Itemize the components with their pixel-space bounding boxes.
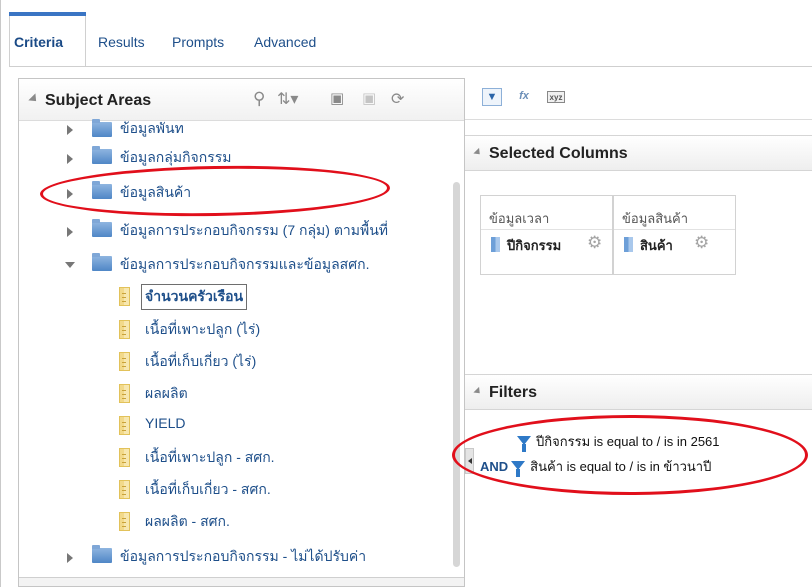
tree-folder-label: ข้อมูลพันท [120, 120, 184, 136]
tree-column[interactable]: เนื้อที่เพาะปลูก - สศก. [19, 445, 459, 477]
folder-icon [92, 545, 112, 563]
folder-icon [92, 119, 112, 137]
column-icon [119, 287, 130, 306]
tab-prompts[interactable]: Prompts [172, 34, 224, 50]
tree-scrollbar[interactable] [453, 182, 460, 567]
column-folder-name: ข้อมูลสินค้า [622, 211, 689, 226]
criteria-pane: ▼ fx xyz Selected Columns ข้อมูลเวลา ปีก… [465, 78, 812, 587]
formula-icon[interactable]: fx [514, 88, 534, 106]
tree-column-label: เนื้อที่เก็บเกี่ยว - สศก. [145, 481, 271, 497]
column-icon [119, 384, 130, 403]
tree-column-label: เนื้อที่เพาะปลูก (ไร่) [145, 321, 261, 337]
subject-areas-title: Subject Areas [45, 92, 152, 109]
gear-icon[interactable]: ⚙ [587, 233, 602, 253]
tree-column[interactable]: ผลผลิต [19, 381, 459, 413]
tree-column-label: YIELD [145, 415, 186, 431]
column-name: ปีกิจกรรม [507, 238, 562, 253]
tab-advanced[interactable]: Advanced [254, 34, 316, 50]
tree-column-label: ผลผลิต - สศก. [145, 513, 230, 529]
folder-icon [92, 219, 112, 237]
collapse-triangle-icon[interactable] [473, 147, 483, 158]
expand-icon[interactable] [67, 189, 73, 199]
refresh-icon[interactable]: ⟳ [391, 89, 404, 109]
collapse-triangle-icon[interactable] [473, 386, 483, 397]
subject-areas-panel: Subject Areas ⚲ ⇅▾ ▣ ▣ ⟳ ข้อมูลพันท ข้อม… [18, 78, 465, 587]
column-name: สินค้า [640, 238, 673, 253]
column-icon [119, 480, 130, 499]
tree-folder-expanded[interactable]: ข้อมูลการประกอบกิจกรรมและข้อมูลสศก. [19, 252, 459, 284]
collapse-triangle-icon[interactable] [28, 93, 40, 105]
panel-footer [19, 577, 464, 586]
column-icon [119, 512, 130, 531]
filters-title: Filters [489, 384, 538, 401]
tree-folder[interactable]: ข้อมูลกลุ่มกิจกรรม [19, 145, 459, 177]
tree-column-label: ผลผลิต [145, 385, 188, 401]
column-icon [491, 237, 500, 252]
tree-folder-label: ข้อมูลการประกอบกิจกรรมและข้อมูลสศก. [120, 256, 370, 272]
filter-icon [511, 461, 526, 477]
gear-icon[interactable]: ⚙ [694, 233, 709, 253]
collapse-pane-handle[interactable] [465, 448, 474, 474]
filter-icon[interactable]: ▼ [482, 88, 502, 106]
and-operator[interactable]: AND [480, 459, 508, 474]
filter-row[interactable]: AND สินค้า is equal to / is in ข้าวนาปี [480, 456, 711, 477]
tree-column[interactable]: YIELD [19, 413, 459, 445]
tree-folder-label: ข้อมูลกลุ่มกิจกรรม [120, 149, 232, 165]
expand-icon[interactable] [67, 125, 73, 135]
search-icon[interactable]: ⚲ [253, 89, 265, 109]
column-card-body: สินค้า ⚙ [614, 229, 735, 257]
filter-text: สินค้า is equal to / is in ข้าวนาปี [530, 459, 712, 474]
collapse-icon[interactable] [65, 262, 75, 268]
tree-column[interactable]: จำนวนครัวเรือน [19, 284, 459, 316]
tree-folder-label: ข้อมูลสินค้า [120, 184, 192, 200]
tree-column[interactable]: ผลผลิต - สศก. [19, 509, 459, 541]
tree-column-label: เนื้อที่เพาะปลูก - สศก. [145, 449, 275, 465]
folder-icon [92, 146, 112, 164]
selected-column-card[interactable]: ข้อมูลสินค้า สินค้า ⚙ [613, 195, 736, 275]
selected-columns-title: Selected Columns [489, 145, 628, 162]
filter-row[interactable]: ปีกิจกรรม is equal to / is in 2561 [517, 431, 720, 452]
filter-icon [517, 436, 531, 452]
expand-icon[interactable] [67, 154, 73, 164]
active-tab-indicator [9, 12, 86, 16]
tab-results[interactable]: Results [98, 34, 145, 50]
folder-icon [92, 181, 112, 199]
tab-criteria[interactable]: Criteria [14, 34, 63, 50]
tree-column-label: จำนวนครัวเรือน [141, 284, 248, 310]
tree-folder-label: ข้อมูลการประกอบกิจกรรม - ไม่ได้ปรับค่า [120, 548, 367, 564]
select-columns-icon[interactable]: ▣ [330, 89, 344, 107]
selected-column-card[interactable]: ข้อมูลเวลา ปีกิจกรรม ⚙ [480, 195, 613, 275]
tab-divider [9, 66, 812, 67]
folder-icon [92, 253, 112, 271]
column-icon [624, 237, 633, 252]
tree-column[interactable]: เนื้อที่เพาะปลูก (ไร่) [19, 317, 459, 349]
tree-column[interactable]: เนื้อที่เก็บเกี่ยว - สศก. [19, 477, 459, 509]
column-card-body: ปีกิจกรรม ⚙ [481, 229, 612, 257]
tree-column-label: เนื้อที่เก็บเกี่ยว (ไร่) [145, 353, 257, 369]
sort-icon[interactable]: ⇅▾ [277, 89, 298, 109]
tree-folder[interactable]: ข้อมูลสินค้า [19, 180, 459, 212]
column-icon [119, 448, 130, 467]
subject-areas-header: Subject Areas ⚲ ⇅▾ ▣ ▣ ⟳ [19, 79, 464, 121]
tree-folder-label: ข้อมูลการประกอบกิจกรรม (7 กลุ่ม) ตามพื้น… [120, 222, 389, 238]
selected-columns-header: Selected Columns [465, 135, 812, 171]
column-icon [119, 416, 130, 435]
expand-icon[interactable] [67, 227, 73, 237]
xyz-icon[interactable]: xyz [547, 91, 565, 103]
criteria-toolbar: ▼ fx xyz [465, 78, 812, 120]
tree-column[interactable]: เนื้อที่เก็บเกี่ยว (ไร่) [19, 349, 459, 381]
expand-icon[interactable] [67, 553, 73, 563]
tree-folder[interactable]: ข้อมูลการประกอบกิจกรรม (7 กลุ่ม) ตามพื้น… [19, 218, 459, 250]
deselect-icon: ▣ [362, 90, 377, 107]
column-icon [119, 320, 130, 339]
column-icon [119, 352, 130, 371]
column-folder-name: ข้อมูลเวลา [489, 211, 550, 226]
tree-folder[interactable]: ข้อมูลการประกอบกิจกรรม - ไม่ได้ปรับค่า [19, 544, 459, 576]
filters-header: Filters [465, 374, 812, 410]
filter-text: ปีกิจกรรม is equal to / is in 2561 [536, 434, 720, 449]
